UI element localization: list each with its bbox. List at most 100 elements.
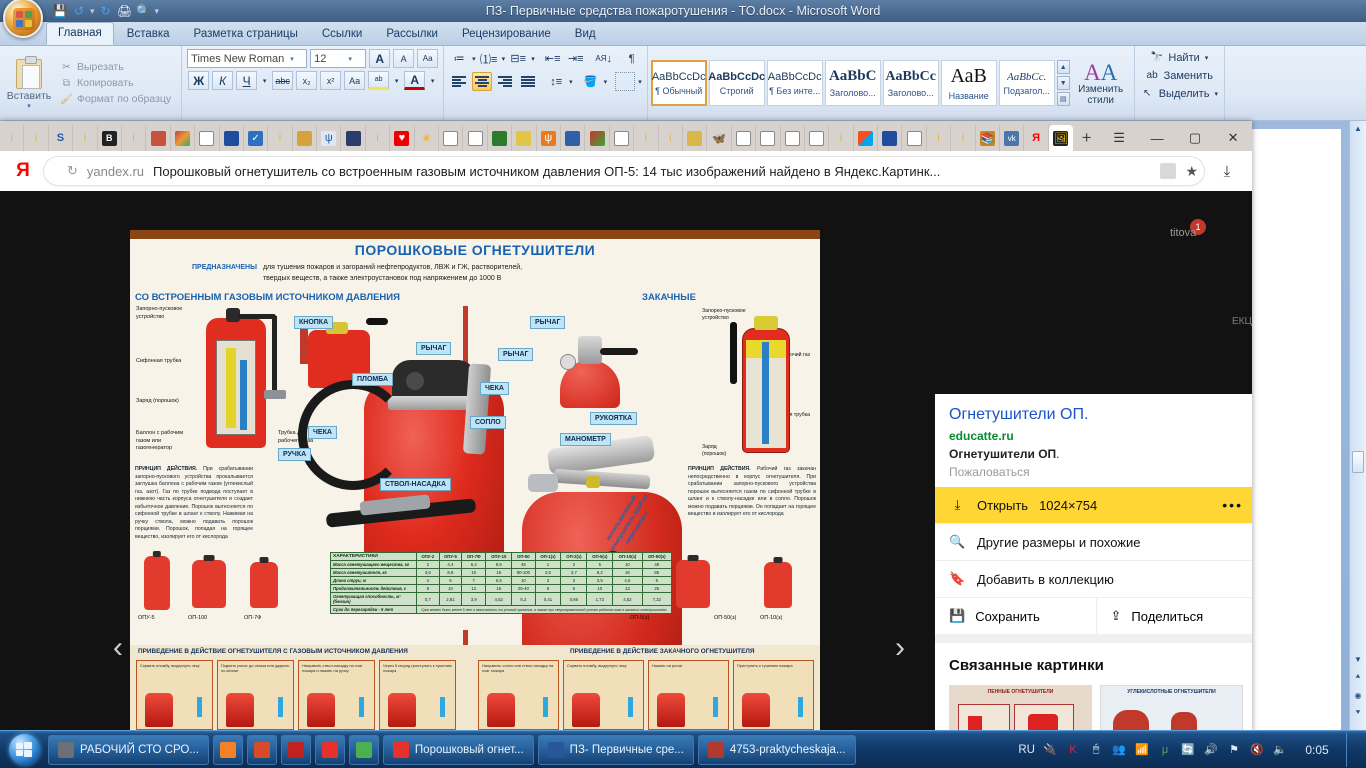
browser-tab[interactable]: vk: [1000, 125, 1025, 151]
browser-tab[interactable]: [561, 125, 586, 151]
select-browse-object-icon[interactable]: ◉: [1351, 688, 1365, 702]
address-bar[interactable]: reload-icon ↻ yandex.ru Порошковый огнет…: [44, 157, 1204, 185]
browser-tab[interactable]: 📚: [976, 125, 1001, 151]
ribbon-tab-mailings[interactable]: Рассылки: [375, 24, 449, 45]
browser-tab[interactable]: [512, 125, 537, 151]
styles-scroll-up-icon[interactable]: ▲: [1056, 60, 1070, 74]
mouse-icon[interactable]: 🖱: [1088, 742, 1104, 758]
close-icon[interactable]: ✕: [1214, 125, 1252, 151]
font-size-combo[interactable]: 12 ▾: [310, 49, 367, 68]
browser-tab[interactable]: [488, 125, 513, 151]
line-spacing-dropdown-icon[interactable]: ▾: [569, 78, 573, 86]
more-options-icon[interactable]: •••: [1222, 497, 1243, 513]
lock-icon[interactable]: [1160, 163, 1177, 179]
maximize-icon[interactable]: ▢: [1176, 125, 1214, 151]
grow-font-button[interactable]: A: [369, 49, 391, 68]
share-button[interactable]: ⇪ Поделиться: [1095, 598, 1253, 634]
change-case-button[interactable]: Aa: [344, 71, 366, 90]
style-title[interactable]: АаВ Название: [940, 60, 997, 106]
ribbon-tab-page-layout[interactable]: Разметка страницы: [183, 24, 309, 45]
styles-scroll[interactable]: ▲ ▼ ▤: [1056, 60, 1070, 106]
sort-icon[interactable]: АЯ ↓: [594, 49, 614, 68]
shrink-font-button[interactable]: A: [393, 49, 415, 68]
safely-remove-icon[interactable]: 🔌: [1042, 742, 1058, 758]
browser-tab[interactable]: i: [659, 125, 683, 151]
kaspersky-icon[interactable]: K: [1065, 742, 1081, 758]
font-color-dropdown-icon[interactable]: ▾: [428, 71, 437, 90]
taskbar-item-media-player-icon[interactable]: [212, 734, 243, 765]
browser-tab[interactable]: i: [0, 125, 25, 151]
browser-tab[interactable]: [585, 125, 610, 151]
clock[interactable]: 0:05: [1295, 743, 1339, 757]
browser-tab[interactable]: [805, 125, 830, 151]
report-link[interactable]: Пожаловаться: [949, 465, 1243, 479]
browser-menu-icon[interactable]: ☰: [1100, 125, 1138, 151]
ribbon-tab-view[interactable]: Вид: [564, 24, 607, 45]
print-icon[interactable]: 🖨: [117, 3, 133, 19]
paste-button[interactable]: Вставить ▾: [4, 55, 54, 110]
formatting-marks-icon[interactable]: ¶: [622, 49, 642, 68]
redo-icon[interactable]: ↻: [98, 3, 114, 19]
taskbar-item-folder-icon[interactable]: РАБОЧИЙ СТО СРО...: [48, 734, 209, 765]
ribbon-tab-home[interactable]: Главная: [46, 22, 114, 45]
poster-image[interactable]: ПОРОШКОВЫЕ ОГНЕТУШИТЕЛИ ПРЕДНАЗНАЧЕНЫ дл…: [130, 230, 820, 733]
browser-tab[interactable]: ✓: [244, 125, 269, 151]
flag-icon[interactable]: ⚑: [1226, 742, 1242, 758]
yandex-logo-icon[interactable]: Я: [10, 160, 36, 182]
italic-button[interactable]: К: [212, 71, 234, 90]
browser-tab[interactable]: [756, 125, 781, 151]
browser-tab[interactable]: [781, 125, 805, 151]
copy-button[interactable]: ⧉ Копировать: [60, 77, 171, 90]
style-heading-2[interactable]: AaBbCc Заголово...: [882, 60, 939, 106]
taskbar-item-word-icon[interactable]: ПЗ- Первичные сре...: [537, 734, 694, 765]
browser-tab[interactable]: i: [951, 125, 976, 151]
browser-tab[interactable]: [146, 125, 171, 151]
minimize-icon[interactable]: —: [1138, 125, 1176, 151]
previous-page-icon[interactable]: ⯅: [1351, 670, 1365, 684]
utorrent-tray-icon[interactable]: μ: [1157, 742, 1173, 758]
underline-button[interactable]: Ч: [236, 71, 258, 90]
strikethrough-button[interactable]: abc: [272, 71, 294, 90]
browser-tab[interactable]: i: [122, 125, 147, 151]
download-icon[interactable]: ⤓: [1212, 163, 1242, 180]
justify-icon[interactable]: [518, 72, 538, 91]
style-strict[interactable]: AaBbCcDc Строгий: [708, 60, 765, 106]
font-family-combo[interactable]: Times New Roman ▾: [187, 49, 308, 68]
styles-more-icon[interactable]: ▤: [1056, 92, 1070, 106]
bullet-list-icon[interactable]: ≔: [449, 49, 469, 68]
subscript-button[interactable]: x₂: [296, 71, 318, 90]
browser-tab[interactable]: [341, 125, 366, 151]
shading-icon[interactable]: 🪣: [581, 72, 601, 91]
save-icon[interactable]: 💾: [52, 3, 68, 19]
numbered-list-icon[interactable]: ⑴≡: [479, 49, 499, 68]
change-styles-button[interactable]: AA Изменить стили: [1070, 61, 1132, 106]
other-sizes-row[interactable]: 🔍 Другие размеры и похожие: [935, 523, 1252, 560]
browser-tab[interactable]: i: [73, 125, 98, 151]
bullet-dropdown-icon[interactable]: ▾: [472, 55, 476, 63]
related-thumb-2[interactable]: УГЛЕКИСЛОТНЫЕ ОГНЕТУШИТЕЛИ: [1100, 685, 1243, 733]
browser-tab[interactable]: [195, 125, 220, 151]
browser-tab[interactable]: [732, 125, 757, 151]
image-title[interactable]: Огнетушители ОП.: [949, 406, 1243, 424]
align-center-icon[interactable]: [472, 72, 493, 91]
paste-dropdown-icon[interactable]: ▾: [4, 102, 54, 110]
multilevel-list-icon[interactable]: ⊟≡: [508, 49, 528, 68]
save-button[interactable]: 💾 Сохранить: [935, 598, 1096, 634]
align-right-icon[interactable]: [495, 72, 515, 91]
browser-tab[interactable]: [220, 125, 244, 151]
print-preview-icon[interactable]: 🔍: [136, 3, 152, 19]
no-sound-icon[interactable]: 🔇: [1249, 742, 1265, 758]
taskbar-item-yandex-browser-icon[interactable]: Порошковый огнет...: [382, 734, 534, 765]
browser-tab[interactable]: ψ: [537, 125, 561, 151]
close-viewer-button[interactable]: ✕: [1250, 398, 1252, 422]
related-thumb-1[interactable]: ПЕННЫЕ ОГНЕТУШИТЕЛИ: [949, 685, 1092, 733]
browser-tab[interactable]: i: [927, 125, 952, 151]
browser-tab[interactable]: [683, 125, 708, 151]
taskbar-item-yandex-icon[interactable]: [314, 734, 345, 765]
highlight-color-button[interactable]: ab: [368, 71, 390, 90]
volume2-icon[interactable]: 🔈: [1272, 742, 1288, 758]
align-left-icon[interactable]: [449, 72, 469, 91]
browser-tab[interactable]: S: [49, 125, 74, 151]
new-tab-button[interactable]: +: [1073, 125, 1100, 151]
scroll-up-icon[interactable]: ▲: [1351, 121, 1365, 135]
